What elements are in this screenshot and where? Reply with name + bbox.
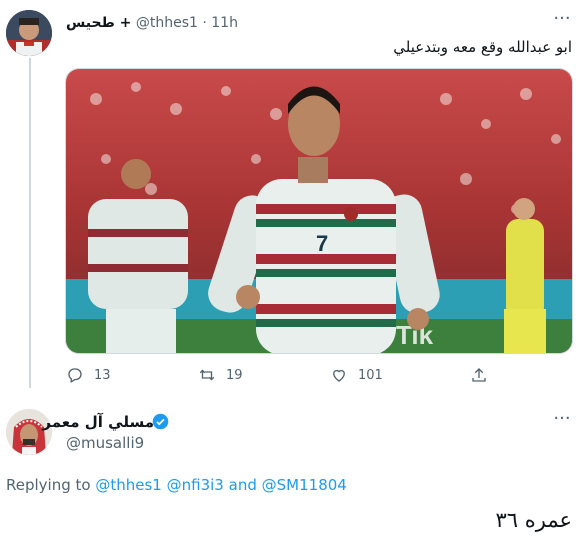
svg-text:7: 7	[316, 231, 328, 256]
tweet-text: عمره ٣٦	[495, 508, 573, 532]
verified-badge-icon	[152, 413, 169, 430]
share-button[interactable]	[470, 366, 488, 384]
retweet-icon	[199, 369, 215, 381]
replying-to-label: Replying to	[6, 476, 91, 494]
tweet-actions-bar: 13 19 101	[0, 366, 584, 388]
mention-link-sm11804[interactable]: @SM11804	[262, 476, 347, 494]
avatar-thhes1[interactable]	[6, 10, 52, 56]
like-count: 101	[358, 367, 383, 383]
more-options-icon[interactable]: ···	[552, 410, 572, 428]
header-separator: ·	[202, 15, 207, 31]
user-handle[interactable]: @musalli9	[66, 434, 144, 452]
reply-button[interactable]: 13	[66, 366, 111, 384]
more-options-icon[interactable]: ···	[552, 10, 572, 28]
tweet-header: طحيس + @thhes1 · 11h	[66, 15, 238, 31]
tweet-text: ابو عبدالله وقع معه وبتدعيلي	[393, 38, 572, 56]
heart-icon	[333, 369, 345, 382]
reply-icon	[68, 368, 82, 383]
display-name[interactable]: طحيس +	[66, 15, 131, 31]
thread-connector-line	[29, 58, 31, 388]
reply-count: 13	[94, 367, 111, 383]
retweet-button[interactable]: 19	[198, 366, 243, 384]
share-icon	[472, 368, 486, 382]
mention-link-nfi3i3[interactable]: @nfi3i3	[167, 476, 224, 494]
user-handle[interactable]: @thhes1	[136, 15, 198, 31]
replying-to-line: Replying to @thhes1 @nfi3i3 and @SM11804	[6, 476, 347, 494]
tweet-media-photo[interactable]: Tik 7	[65, 68, 573, 354]
retweet-count: 19	[226, 367, 243, 383]
mention-link-thhes1[interactable]: @thhes1	[95, 476, 161, 494]
replying-and-word: and	[228, 476, 257, 494]
like-button[interactable]: 101	[330, 366, 383, 384]
tweet-timestamp[interactable]: 11h	[211, 15, 238, 31]
display-name[interactable]: مسلي آل معمر	[42, 413, 154, 431]
